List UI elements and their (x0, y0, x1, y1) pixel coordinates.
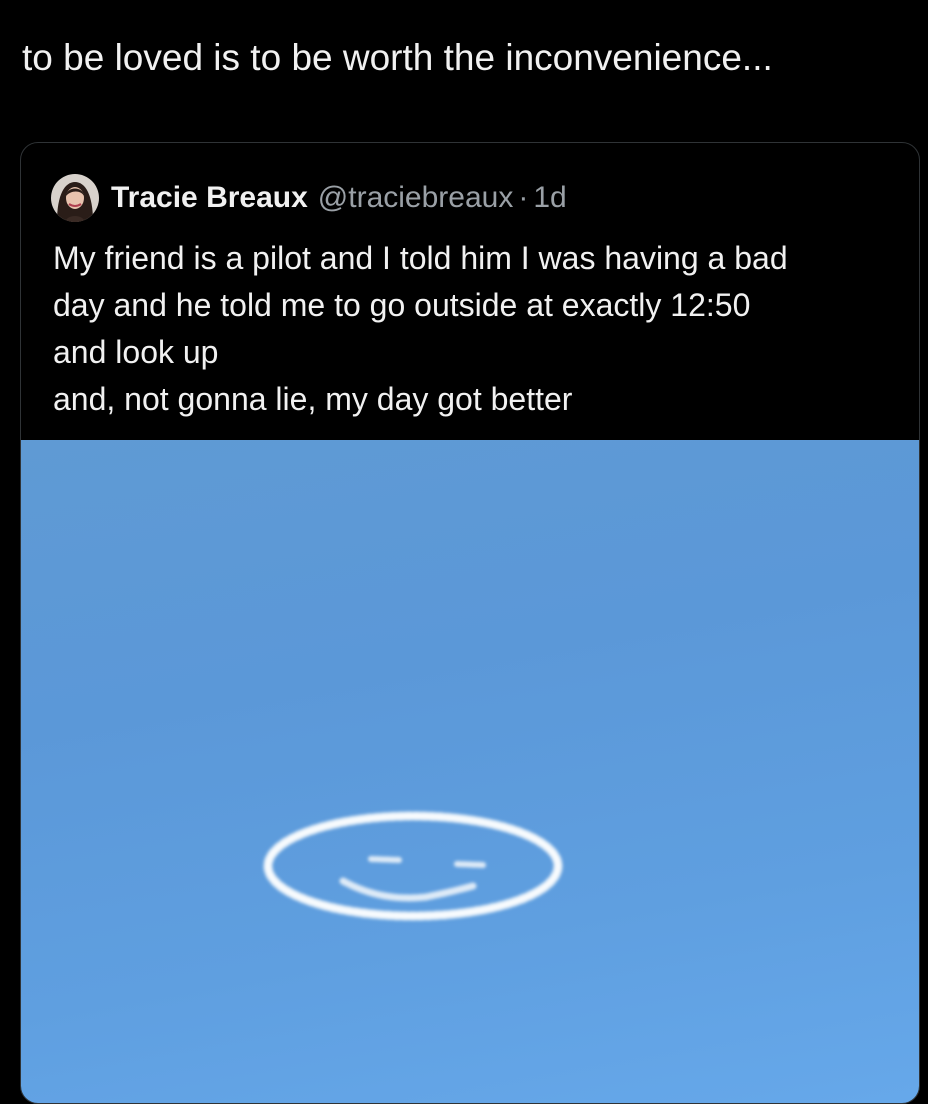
avatar-icon (51, 174, 99, 222)
author-handle[interactable]: @traciebreaux (318, 181, 514, 215)
quoted-tweet-line: My friend is a pilot and I told him I wa… (53, 240, 788, 276)
quoted-tweet-text: My friend is a pilot and I told him I wa… (53, 235, 903, 423)
author-avatar[interactable] (51, 174, 99, 222)
quoted-tweet-line: day and he told me to go outside at exac… (53, 287, 751, 323)
quoted-tweet-header: Tracie Breaux @traciebreaux · 1d (51, 173, 567, 223)
quoted-tweet-line: and, not gonna lie, my day got better (53, 381, 573, 417)
skywriting-smiley-icon (263, 811, 563, 921)
meta-separator: · (518, 181, 529, 214)
quoted-tweet-line: and look up (53, 334, 219, 370)
quoted-tweet-card[interactable]: Tracie Breaux @traciebreaux · 1d My frie… (20, 142, 920, 1104)
tweet-text: to be loved is to be worth the inconveni… (22, 37, 773, 78)
tweet-photo[interactable] (21, 440, 919, 1103)
tweet-timestamp[interactable]: 1d (533, 181, 566, 215)
author-name[interactable]: Tracie Breaux (111, 181, 308, 215)
